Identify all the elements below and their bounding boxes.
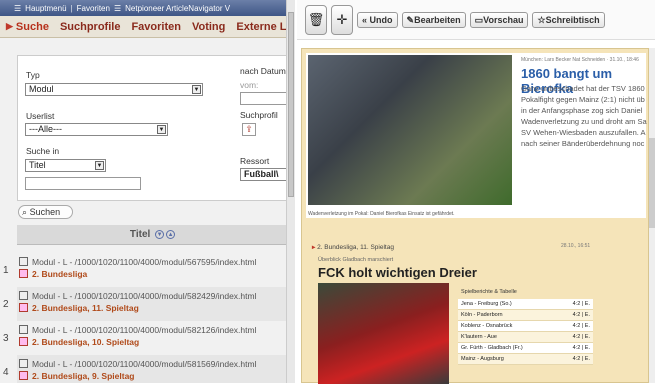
results-table: Spielberichte & Tabelle Jena - Freiburg … xyxy=(458,285,593,365)
menu-icon: ☰ xyxy=(14,3,22,13)
vom-label: vom: xyxy=(240,80,259,90)
hauptmenu-link[interactable]: Hauptmenü xyxy=(25,4,66,13)
right-scrollbar[interactable] xyxy=(649,48,655,383)
module-icon xyxy=(19,325,28,334)
article-preview: Wadenverletzung im Pokal: Daniel Bierofk… xyxy=(301,48,649,384)
sort-up-icon[interactable]: ▲ xyxy=(166,229,176,239)
article-headline[interactable]: FCK holt wichtigen Dreier xyxy=(318,265,477,280)
undo-icon: « xyxy=(362,14,368,25)
article-subline: Überblick Gladbach marschiert xyxy=(318,257,394,263)
search-text-input[interactable] xyxy=(25,177,141,190)
trash-icon[interactable]: 🗑 xyxy=(305,4,327,35)
move-icon[interactable]: ✛ xyxy=(331,4,353,35)
search-form: Typ Modul ▼ Userlist ---Alle--- ▼ Suche in… xyxy=(17,55,287,201)
sort-down-icon[interactable]: ▼ xyxy=(155,229,165,239)
left-scrollbar[interactable] xyxy=(286,0,295,383)
chevron-down-icon: ▼ xyxy=(95,161,104,170)
article-photo xyxy=(318,283,449,384)
module-icon xyxy=(19,359,28,368)
kicker-arrow-icon: ▸ xyxy=(312,244,316,251)
editor-toolbar: 🗑 ✛ « Undo ✎Bearbeiten ▭Vorschau ☆Schrei… xyxy=(297,0,655,40)
module-icon xyxy=(19,291,28,300)
undo-button[interactable]: « Undo xyxy=(357,11,398,28)
table-row[interactable]: Köln - Paderborn 4:2 | E. xyxy=(458,310,593,321)
list-item[interactable]: 4 Modul - L - /1000/1020/1100/4000/modul… xyxy=(3,355,287,383)
userlist-label: Userlist xyxy=(26,111,55,121)
preview-icon: ▭ xyxy=(474,14,484,25)
suche-in-select[interactable]: Titel ▼ xyxy=(25,159,106,172)
article-date: 28.10., 16:51 xyxy=(561,243,591,249)
userlist-select[interactable]: ---Alle--- ▼ xyxy=(25,123,168,136)
table-row[interactable]: K'lautern - Aue 4:2 | E. xyxy=(458,332,593,343)
vorschau-button[interactable]: ▭Vorschau xyxy=(469,11,529,28)
suchprofil-save-icon[interactable]: ⇪ xyxy=(242,123,256,136)
photo-caption: Wadenverletzung im Pokal: Daniel Bierofk… xyxy=(308,211,455,217)
article-kicker: 2. Bundesliga, 11. Spieltag xyxy=(317,244,394,251)
search-panel: ☰ Hauptmenü | Favoriten ☰ Netpioneer Art… xyxy=(0,0,288,383)
tab-suchprofile[interactable]: Suchprofile xyxy=(60,21,121,33)
search-icon: ⌕ xyxy=(22,207,28,217)
tab-suche[interactable]: Suche xyxy=(16,21,49,33)
edit-icon[interactable] xyxy=(19,269,28,278)
edit-icon[interactable] xyxy=(19,337,28,346)
edit-icon[interactable] xyxy=(19,371,28,380)
results-header: Titel ▼ ▲ xyxy=(17,225,287,245)
edit-icon[interactable] xyxy=(19,303,28,312)
chevron-down-icon: ▼ xyxy=(157,125,166,134)
chevron-down-icon: ▼ xyxy=(192,85,201,94)
table-row[interactable]: Gr. Fürth - Gladbach (Fr.) 4:2 | E. xyxy=(458,343,593,354)
column-title[interactable]: Titel xyxy=(130,229,150,240)
top-menu-bar: ☰ Hauptmenü | Favoriten ☰ Netpioneer Art… xyxy=(0,0,287,16)
preview-panel: 🗑 ✛ « Undo ✎Bearbeiten ▭Vorschau ☆Schrei… xyxy=(297,0,655,384)
typ-label: Typ xyxy=(26,70,40,80)
table-row[interactable]: Mainz - Augsburg 4:2 | E. xyxy=(458,354,593,365)
table-title: Spielberichte & Tabelle xyxy=(461,289,517,295)
navigator-title: Netpioneer ArticleNavigator V xyxy=(125,3,231,13)
active-tab-arrow-icon: ▶ xyxy=(6,21,13,31)
typ-select[interactable]: Modul ▼ xyxy=(25,83,203,96)
list-icon: ☰ xyxy=(113,3,122,13)
desk-icon: ☆ xyxy=(537,14,546,25)
scrollbar-thumb[interactable] xyxy=(288,12,294,197)
article-teaser[interactable]: ▸ 2. Bundesliga, 11. Spieltag 28.10., 16… xyxy=(306,239,646,384)
module-icon xyxy=(19,257,28,266)
favoriten-link[interactable]: Favoriten xyxy=(77,4,110,13)
tab-voting[interactable]: Voting xyxy=(192,21,225,33)
article-body: Ganz unbeschadet hat der TSV 1860 Pokalf… xyxy=(521,84,647,148)
tab-externe-links[interactable]: Externe Li xyxy=(236,21,287,33)
pencil-icon: ✎ xyxy=(406,14,415,25)
date-from-input[interactable] xyxy=(240,92,287,105)
search-button[interactable]: ⌕ Suchen xyxy=(18,205,73,219)
bearbeiten-button[interactable]: ✎Bearbeiten xyxy=(401,11,466,28)
list-item[interactable]: 3 Modul - L - /1000/1020/1100/4000/modul… xyxy=(3,321,287,355)
nach-datum-label: nach Datum xyxy=(240,66,286,76)
table-row[interactable]: Jena - Freiburg (So.) 4:2 | E. xyxy=(458,299,593,310)
article-meta: München: Lars Becker Nat Schneiden · 31.… xyxy=(521,57,639,63)
suche-in-label: Suche in xyxy=(26,146,60,156)
article-photo: Wadenverletzung im Pokal: Daniel Bierofk… xyxy=(308,55,512,217)
table-row[interactable]: Koblenz - Osnabrück 4:2 | E. xyxy=(458,321,593,332)
scrollbar-thumb[interactable] xyxy=(649,138,655,228)
list-item[interactable]: 1 Modul - L - /1000/1020/1100/4000/modul… xyxy=(3,253,287,287)
article-teaser[interactable]: Wadenverletzung im Pokal: Daniel Bierofk… xyxy=(306,53,647,218)
tab-favoriten[interactable]: Favoriten xyxy=(131,21,181,33)
ressort-label: Ressort xyxy=(240,156,270,166)
list-item[interactable]: 2 Modul - L - /1000/1020/1100/4000/modul… xyxy=(3,287,287,321)
schreibtisch-button[interactable]: ☆Schreibtisch xyxy=(532,11,605,28)
ressort-select[interactable]: Fußball\ xyxy=(240,168,287,181)
suchprofil-label: Suchprofil xyxy=(240,110,278,120)
tab-bar: ▶ Suche Suchprofile Favoriten Voting Ext… xyxy=(0,16,287,38)
